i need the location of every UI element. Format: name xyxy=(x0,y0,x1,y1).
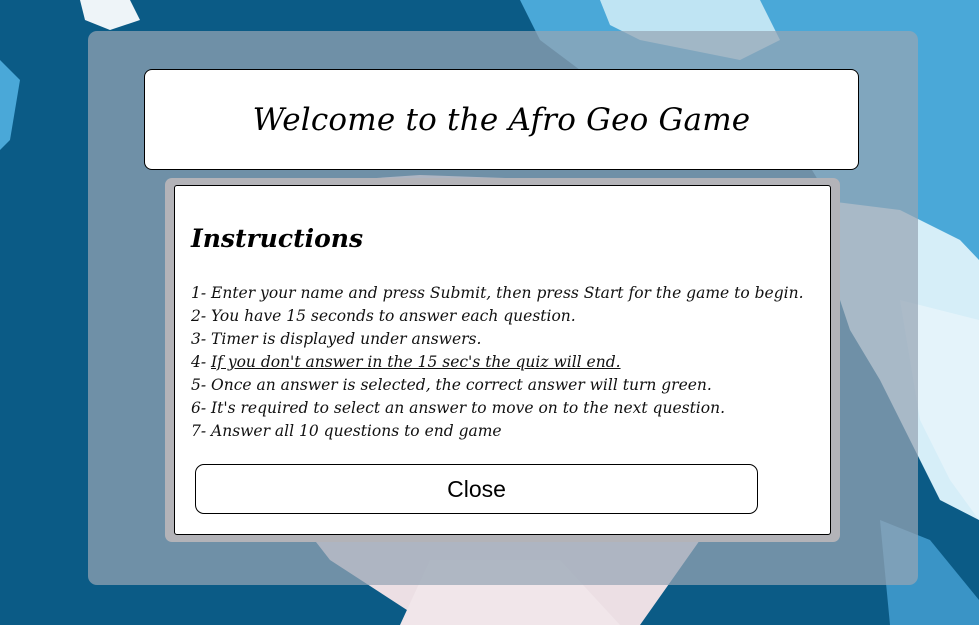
instructions-modal: Instructions 1- Enter your name and pres… xyxy=(174,185,831,535)
page-title: Welcome to the Afro Geo Game xyxy=(252,101,751,138)
instruction-item-5: 5- Once an answer is selected, the corre… xyxy=(191,376,712,394)
instructions-list: 1- Enter your name and press Submit, the… xyxy=(191,282,804,443)
instructions-heading: Instructions xyxy=(191,224,364,253)
title-banner: Welcome to the Afro Geo Game xyxy=(144,69,859,170)
instruction-item-3: 3- Timer is displayed under answers. xyxy=(191,330,482,348)
instruction-item-1: 1- Enter your name and press Submit, the… xyxy=(191,284,804,302)
instruction-item-2: 2- You have 15 seconds to answer each qu… xyxy=(191,307,576,325)
instruction-item-7: 7- Answer all 10 questions to end game xyxy=(191,422,502,440)
instruction-item-6: 6- It's required to select an answer to … xyxy=(191,399,726,417)
close-button[interactable]: Close xyxy=(195,464,758,514)
instruction-item-4: 4- If you don't answer in the 15 sec's t… xyxy=(191,351,804,374)
instruction-item-4-prefix: 4- xyxy=(191,353,212,371)
instruction-item-4-warning: If you don't answer in the 15 sec's the … xyxy=(211,353,621,371)
